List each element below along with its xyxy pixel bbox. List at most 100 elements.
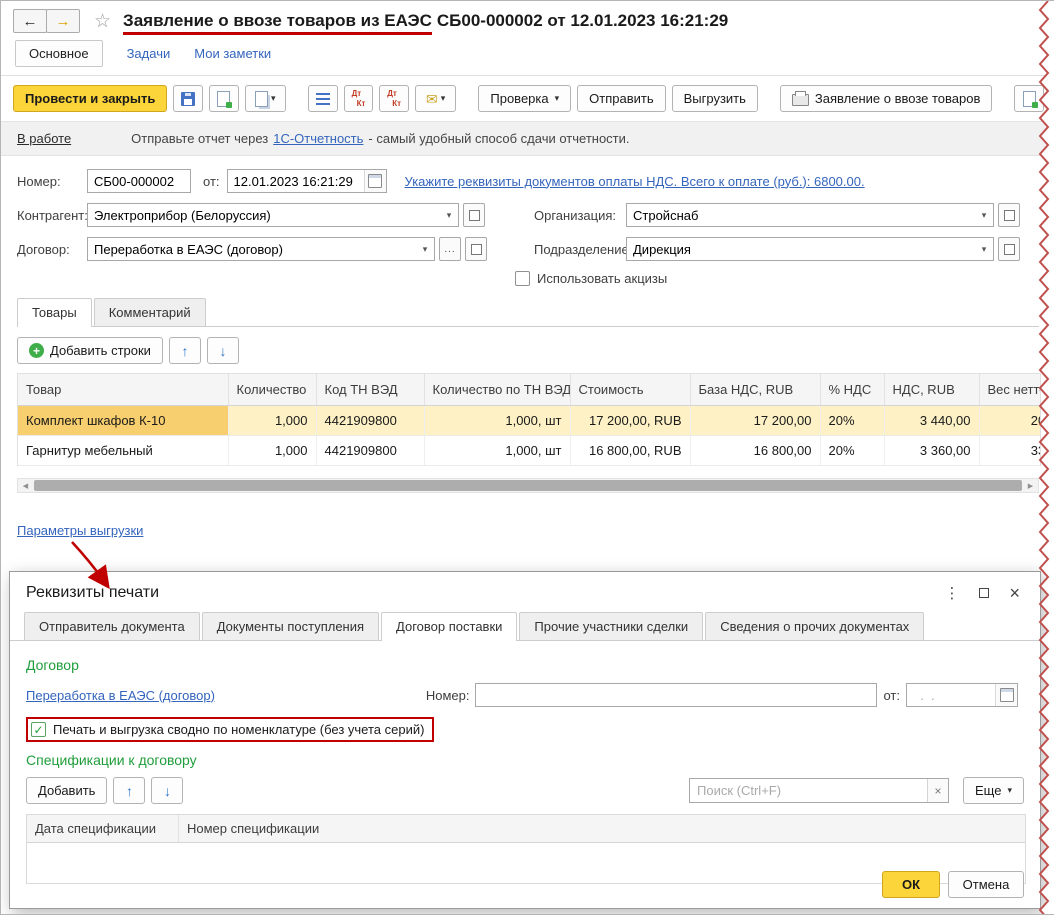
column-header[interactable]: НДС, RUB xyxy=(884,374,979,406)
contract-link[interactable]: Переработка в ЕАЭС (договор) xyxy=(26,688,215,703)
table-cell[interactable]: 16 800,00, RUB xyxy=(570,436,690,466)
department-open-button[interactable] xyxy=(998,237,1020,261)
table-cell[interactable]: 1,000, шт xyxy=(424,406,570,436)
summary-checkbox-label[interactable]: Печать и выгрузка сводно по номенклатуре… xyxy=(53,722,424,737)
department-input[interactable] xyxy=(627,238,975,260)
table-cell[interactable]: 20,000 xyxy=(979,406,1041,436)
department-dropdown-button[interactable]: ▾ xyxy=(975,238,993,260)
scroll-right-icon[interactable]: ▶ xyxy=(1023,479,1038,492)
add-spec-button[interactable]: Добавить xyxy=(26,777,107,804)
back-button[interactable]: ← xyxy=(13,9,47,33)
table-cell[interactable]: 4421909800 xyxy=(316,406,424,436)
contract-open-button[interactable] xyxy=(465,237,487,261)
tab-main[interactable]: Основное xyxy=(15,40,103,67)
table-cell[interactable]: 33,000 xyxy=(979,436,1041,466)
move-down-button[interactable]: ↓ xyxy=(207,337,239,364)
dialog-tab-supply-contract[interactable]: Договор поставки xyxy=(381,612,517,641)
contract-input[interactable] xyxy=(88,238,416,260)
ok-button[interactable]: ОК xyxy=(882,871,940,898)
table-cell[interactable]: 1,000 xyxy=(228,436,316,466)
maximize-icon[interactable] xyxy=(979,588,989,598)
organization-dropdown-button[interactable]: ▾ xyxy=(975,204,993,226)
column-header[interactable]: Стоимость xyxy=(570,374,690,406)
tab-notes[interactable]: Мои заметки xyxy=(194,46,271,61)
document-structure-button[interactable] xyxy=(308,85,338,112)
date-input[interactable] xyxy=(228,170,364,192)
column-header[interactable]: Количество xyxy=(228,374,316,406)
organization-input[interactable] xyxy=(627,204,975,226)
tab-comment[interactable]: Комментарий xyxy=(94,298,206,326)
status-state-link[interactable]: В работе xyxy=(17,131,71,146)
spec-move-up-button[interactable]: ↑ xyxy=(113,777,145,804)
dialog-tab-other-documents[interactable]: Сведения о прочих документах xyxy=(705,612,924,640)
contractor-open-button[interactable] xyxy=(463,203,485,227)
contractor-input[interactable] xyxy=(88,204,440,226)
column-header[interactable]: Дата спецификации xyxy=(27,815,179,842)
column-header[interactable]: Код ТН ВЭД xyxy=(316,374,424,406)
column-header[interactable]: Товар xyxy=(18,374,228,406)
scroll-left-icon[interactable]: ◀ xyxy=(18,479,33,492)
dialog-tab-receipt-documents[interactable]: Документы поступления xyxy=(202,612,379,640)
table-cell[interactable]: 20% xyxy=(820,406,884,436)
table-cell[interactable]: Гарнитур мебельный xyxy=(18,436,228,466)
vat-payment-details-link[interactable]: Укажите реквизиты документов оплаты НДС.… xyxy=(405,174,865,189)
check-button[interactable]: Проверка▾ xyxy=(478,85,571,112)
column-header[interactable]: % НДС xyxy=(820,374,884,406)
column-header[interactable]: База НДС, RUB xyxy=(690,374,820,406)
export-params-link[interactable]: Параметры выгрузки xyxy=(17,523,143,538)
cancel-button[interactable]: Отмена xyxy=(948,871,1024,898)
search-clear-button[interactable]: × xyxy=(927,779,948,802)
spec-search-input[interactable] xyxy=(690,779,927,802)
add-rows-button[interactable]: +Добавить строки xyxy=(17,337,163,364)
post-document-button[interactable] xyxy=(209,85,239,112)
contractor-dropdown-button[interactable]: ▾ xyxy=(440,204,458,226)
move-up-button[interactable]: ↑ xyxy=(169,337,201,364)
organization-open-button[interactable] xyxy=(998,203,1020,227)
dialog-number-input[interactable] xyxy=(475,683,877,707)
export-button[interactable]: Выгрузить xyxy=(672,85,758,112)
table-row[interactable]: Гарнитур мебельный 1,000 4421909800 1,00… xyxy=(18,436,1041,466)
calendar-button[interactable] xyxy=(364,170,386,192)
table-cell[interactable]: 1,000, шт xyxy=(424,436,570,466)
table-cell[interactable]: 20% xyxy=(820,436,884,466)
table-cell[interactable]: 3 360,00 xyxy=(884,436,979,466)
dialog-date-input[interactable] xyxy=(907,684,995,706)
create-based-on-button[interactable]: ▾ xyxy=(245,85,286,112)
column-header[interactable]: Вес нетто, кг xyxy=(979,374,1041,406)
column-header[interactable]: Номер спецификации xyxy=(179,815,1025,842)
save-button[interactable] xyxy=(173,85,203,112)
dialog-tab-other-parties[interactable]: Прочие участники сделки xyxy=(519,612,703,640)
post-and-close-button[interactable]: Провести и закрыть xyxy=(13,85,167,112)
table-cell[interactable]: 4421909800 xyxy=(316,436,424,466)
table-cell[interactable]: 17 200,00 xyxy=(690,406,820,436)
excise-checkbox-label[interactable]: Использовать акцизы xyxy=(537,271,667,286)
send-button[interactable]: Отправить xyxy=(577,85,665,112)
table-cell[interactable]: 16 800,00 xyxy=(690,436,820,466)
contract-choose-button[interactable]: ... xyxy=(439,237,461,261)
clipped-toolbar-button[interactable] xyxy=(1014,85,1044,112)
dialog-tab-sender[interactable]: Отправитель документа xyxy=(24,612,200,640)
horizontal-scrollbar[interactable]: ◀ ▶ xyxy=(17,478,1039,493)
table-cell[interactable]: 1,000 xyxy=(228,406,316,436)
number-input[interactable] xyxy=(87,169,191,193)
postings-report-button[interactable]: ДтКт xyxy=(379,85,409,112)
spec-table-body[interactable] xyxy=(27,843,1025,883)
table-cell[interactable]: 17 200,00, RUB xyxy=(570,406,690,436)
forward-button[interactable]: → xyxy=(46,9,80,33)
scrollbar-thumb[interactable] xyxy=(34,480,1022,491)
tab-goods[interactable]: Товары xyxy=(17,298,92,327)
favorite-star-icon[interactable]: ☆ xyxy=(94,10,111,33)
table-cell[interactable]: Комплект шкафов К-10 xyxy=(18,406,228,436)
close-icon[interactable]: × xyxy=(1009,584,1020,602)
print-application-button[interactable]: Заявление о ввозе товаров xyxy=(780,85,992,112)
more-menu-icon[interactable]: ⋮ xyxy=(944,586,959,601)
table-cell[interactable]: 3 440,00 xyxy=(884,406,979,436)
dialog-calendar-button[interactable] xyxy=(995,684,1017,706)
spec-move-down-button[interactable]: ↓ xyxy=(151,777,183,804)
1c-reporting-link[interactable]: 1С-Отчетность xyxy=(273,131,363,146)
show-postings-button[interactable]: ДтКт xyxy=(344,85,374,112)
tab-tasks[interactable]: Задачи xyxy=(127,46,171,61)
summary-checkbox[interactable]: ✓ xyxy=(31,722,46,737)
table-row[interactable]: Комплект шкафов К-10 1,000 4421909800 1,… xyxy=(18,406,1041,436)
excise-checkbox[interactable] xyxy=(515,271,530,286)
